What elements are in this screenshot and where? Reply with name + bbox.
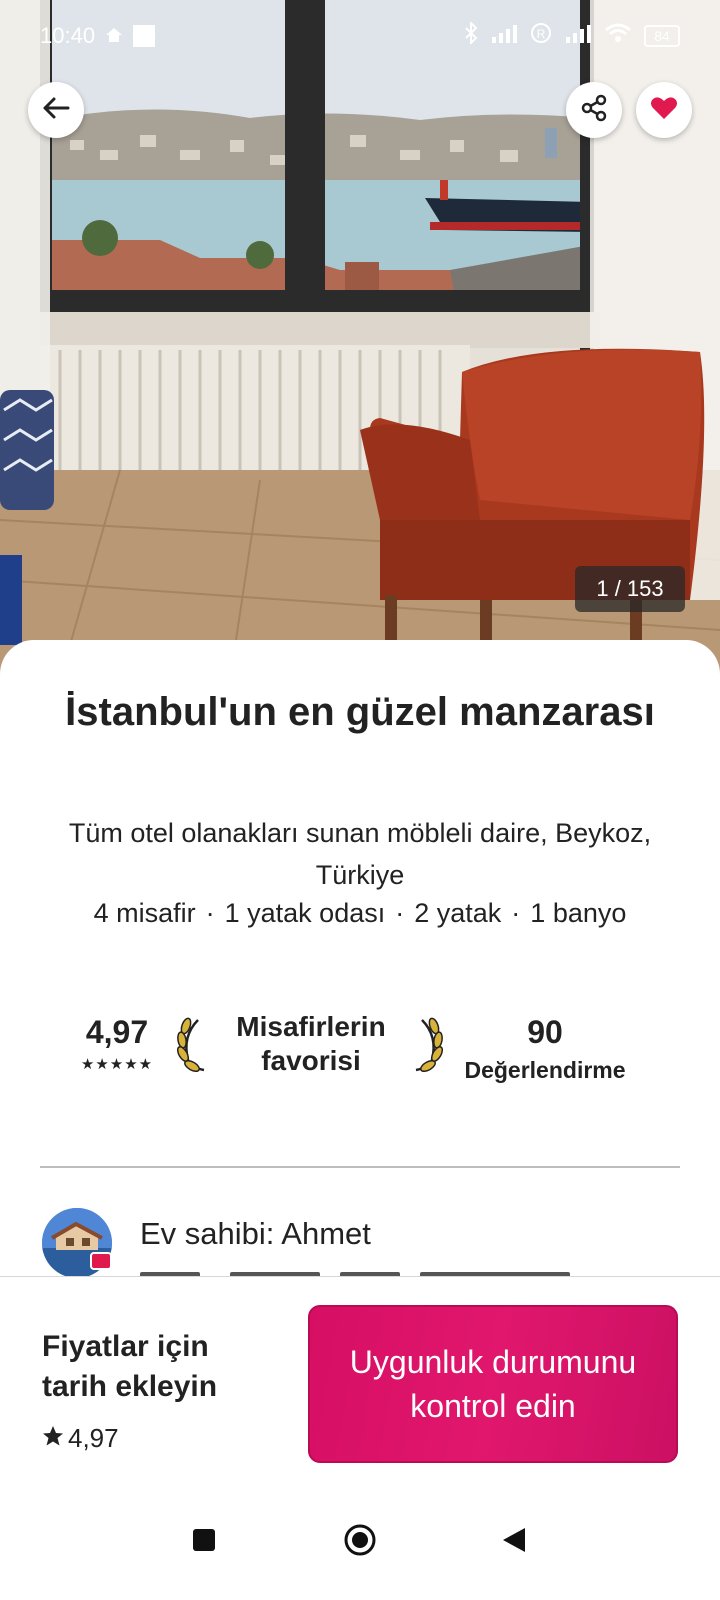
share-icon (580, 94, 608, 127)
back-icon (501, 1526, 527, 1559)
host-row[interactable]: Ev sahibi: Ahmet (40, 1208, 680, 1280)
listing-photo[interactable]: 10:40 R 84 1 / 153 (0, 0, 720, 680)
recent-apps-button[interactable] (180, 1518, 228, 1566)
listing-details: 4 misafir · 1 yatak odası · 2 yatak · 1 banyo (20, 898, 700, 929)
home-button[interactable] (336, 1518, 384, 1566)
bathrooms-count: 1 banyo (530, 898, 627, 928)
star-icon (42, 1423, 64, 1454)
rating-stars: ★★★★★ (80, 1056, 154, 1073)
laurel-right-icon (412, 1016, 446, 1079)
system-nav-bar (0, 1482, 720, 1600)
share-button[interactable] (566, 82, 622, 138)
rating-stat: 4,97 ★★★★★ (62, 1014, 172, 1073)
guest-favorite-label: Misafirlerin favorisi (236, 1011, 386, 1076)
wifi-icon (604, 22, 632, 50)
reviews-count: 90 (527, 1014, 563, 1050)
home-icon (105, 23, 123, 49)
reviews-label: Değerlendirme (464, 1057, 626, 1083)
listing-details-card: İstanbul'un en güzel manzarası Tüm otel … (0, 640, 720, 1280)
listing-screen: 10:40 R 84 1 / 153 İstanbul'un en güzel … (0, 0, 720, 1600)
square-icon (133, 25, 156, 47)
check-availability-button[interactable]: Uygunluk durumunu kontrol edin (308, 1305, 678, 1463)
booking-rating: 4,97 (42, 1423, 119, 1454)
separator: · (395, 898, 405, 928)
back-nav-button[interactable] (490, 1518, 538, 1566)
clock: 10:40 (40, 23, 96, 48)
battery-icon: 84 (644, 25, 680, 47)
arrow-left-icon (42, 96, 70, 125)
booking-rating-value: 4,97 (68, 1423, 119, 1453)
listing-subtitle: Tüm otel olanakları sunan möbleli daire,… (68, 818, 652, 890)
separator: · (205, 898, 215, 928)
add-dates-prompt[interactable]: Fiyatlar için tarih ekleyin (42, 1327, 282, 1407)
back-button[interactable] (28, 82, 84, 138)
guests-count: 4 misafir (93, 898, 196, 928)
host-name: Ev sahibi: Ahmet (140, 1216, 371, 1251)
separator: · (511, 898, 521, 928)
guest-favorite-stats[interactable]: 4,97 ★★★★★ Misafirlerin favorisi 90 Değe… (40, 1002, 680, 1112)
signal-icon (564, 23, 592, 49)
beds-count: 2 yatak (414, 898, 502, 928)
reviews-stat[interactable]: 90 Değerlendirme (450, 1014, 640, 1084)
bluetooth-icon (464, 20, 478, 50)
photo-counter: 1 / 153 (575, 566, 685, 612)
signal-icon (490, 23, 518, 49)
favorite-button[interactable] (636, 82, 692, 138)
rating-value: 4,97 (85, 1014, 149, 1050)
status-bar: 10:40 R 84 (0, 0, 720, 72)
heart-icon (650, 95, 678, 126)
svg-text:R: R (537, 27, 546, 41)
home-icon (343, 1523, 377, 1562)
divider (40, 1166, 680, 1168)
laurel-left-icon (174, 1016, 208, 1079)
superhost-badge-icon (90, 1252, 112, 1270)
booking-bar: Fiyatlar için tarih ekleyin 4,97 Uygunlu… (0, 1276, 720, 1482)
registered-icon: R (530, 22, 552, 50)
bedrooms-count: 1 yatak odası (224, 898, 386, 928)
recent-apps-icon (192, 1528, 216, 1557)
listing-title: İstanbul'un en güzel manzarası (65, 690, 655, 734)
